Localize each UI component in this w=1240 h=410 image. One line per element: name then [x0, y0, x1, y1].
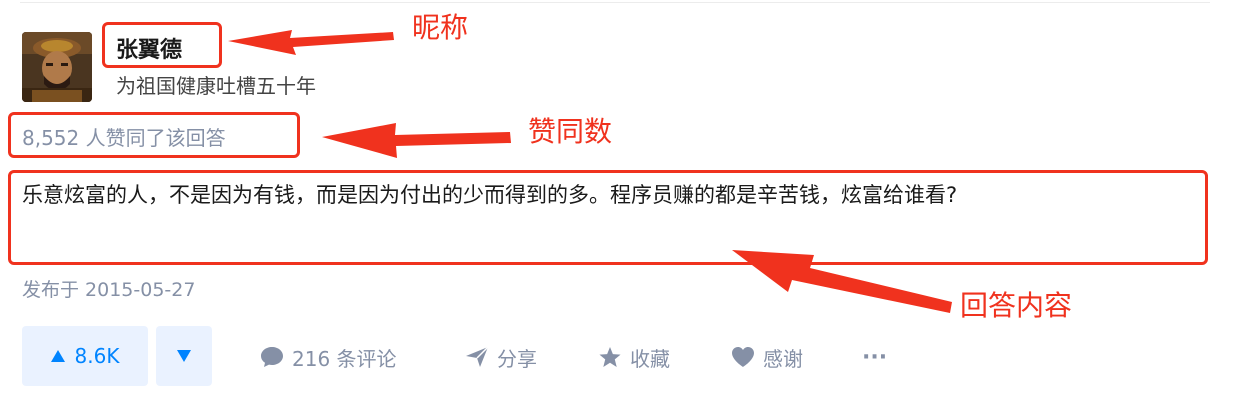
share-label: 分享 [497, 346, 537, 371]
annotation-answer-content-label: 回答内容 [960, 289, 1073, 322]
share-paper-plane-icon [466, 346, 489, 367]
annotation-nickname-label: 昵称 [412, 11, 469, 44]
publish-date[interactable]: 发布于 2015-05-27 [22, 275, 195, 302]
author-bio: 为祖国健康吐槽五十年 [116, 74, 316, 98]
arrow-vote-count-icon [322, 123, 511, 158]
arrow-nickname-icon [228, 30, 394, 55]
more-dots-icon: ··· [862, 344, 888, 370]
thanks-label: 感谢 [763, 346, 803, 371]
annotation-box-answer-content [8, 170, 1208, 265]
favorite-label: 收藏 [630, 346, 670, 371]
downvote-triangle-icon [177, 350, 191, 362]
avatar-image [22, 32, 92, 102]
star-icon [599, 346, 621, 368]
comments-button[interactable]: 216 条评论 [260, 340, 397, 374]
upvote-triangle-icon [50, 350, 65, 362]
comment-bubble-icon [261, 347, 283, 367]
favorite-button[interactable]: 收藏 [598, 340, 670, 374]
top-divider [20, 2, 1210, 3]
annotation-vote-count-label: 赞同数 [528, 115, 613, 148]
more-button[interactable]: ··· [862, 340, 887, 374]
avatar[interactable] [22, 32, 92, 102]
upvote-count: 8.6K [74, 344, 120, 368]
annotation-box-nickname [102, 22, 222, 68]
downvote-button[interactable] [156, 326, 212, 386]
heart-icon [732, 347, 754, 367]
thanks-button[interactable]: 感谢 [731, 340, 803, 374]
annotation-box-vote-count [8, 112, 300, 158]
comments-label: 216 条评论 [292, 346, 397, 371]
share-button[interactable]: 分享 [465, 340, 537, 374]
upvote-button[interactable]: 8.6K [22, 326, 148, 386]
